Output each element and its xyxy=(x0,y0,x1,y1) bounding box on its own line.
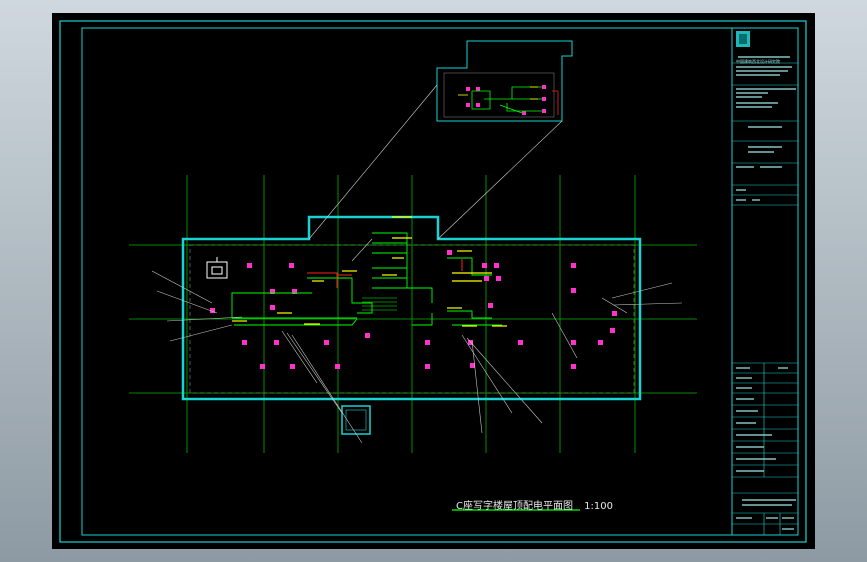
drawing-caption: C座写字楼屋顶配电平面图 1:100 xyxy=(456,497,613,512)
cad-drawing xyxy=(59,20,807,543)
inset-wiring xyxy=(471,86,542,114)
inset-equipment xyxy=(466,85,546,115)
title-block xyxy=(732,62,798,535)
drawing-sheet: C座写字楼屋顶配电平面图 1:100 中国建筑西北设计研究院 xyxy=(52,13,815,549)
panel-icon xyxy=(206,257,228,279)
equipment-markers xyxy=(210,250,617,369)
roof-outline xyxy=(181,215,642,401)
title-block-institute: 中国建筑西北设计研究院 xyxy=(736,59,780,64)
title-block-text-marks xyxy=(736,56,796,530)
wiring xyxy=(231,232,502,326)
feeder-lines xyxy=(307,259,463,288)
core-hatching xyxy=(362,297,397,311)
caption-title: C座写字楼屋顶配电平面图 xyxy=(456,501,573,512)
inner-frame xyxy=(81,27,799,536)
detail-inset xyxy=(436,40,573,122)
caption-scale: 1:100 xyxy=(584,501,613,512)
